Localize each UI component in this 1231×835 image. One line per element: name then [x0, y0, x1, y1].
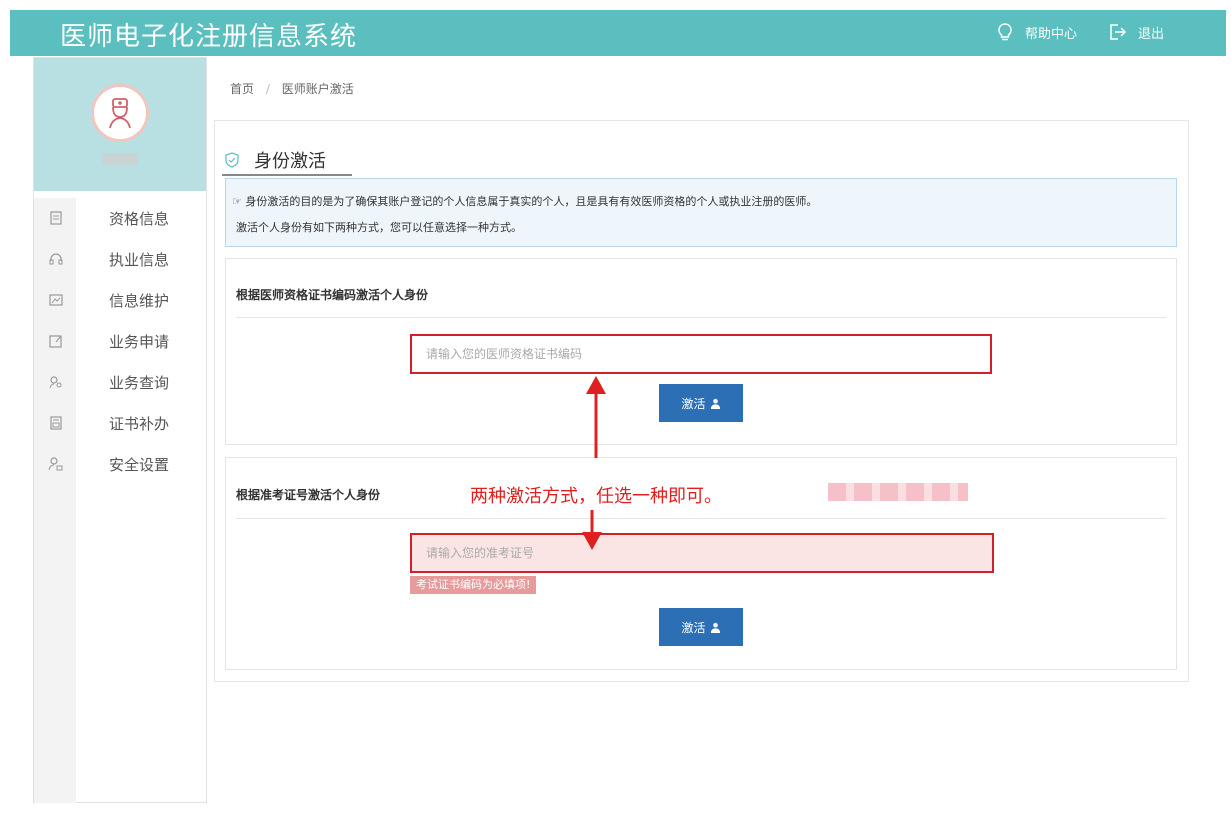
top-header: 医师电子化注册信息系统 帮助中心 退出 — [10, 10, 1226, 56]
page-title: 身份激活 — [254, 151, 326, 172]
breadcrumb-home[interactable]: 首页 — [230, 82, 254, 96]
certificate-icon — [50, 416, 62, 430]
info-notice: ☞ 身份激活的目的是为了确保其账户登记的个人信息属于真实的个人，且是具有有效医师… — [225, 178, 1177, 247]
sidebar-item-qualification[interactable]: 资格信息 — [34, 198, 206, 239]
validation-error: 考试证书编码为必填项! — [410, 576, 537, 594]
notice-line-1: ☞ 身份激活的目的是为了确保其账户登记的个人信息属于真实的个人，且是具有有效医师… — [232, 193, 817, 209]
user-icon — [710, 398, 720, 409]
edit-icon — [49, 335, 62, 348]
redacted-block — [828, 483, 968, 501]
shield-icon — [225, 152, 239, 168]
help-center-link[interactable]: 帮助中心 — [995, 22, 1077, 42]
annotation-arrows — [582, 376, 606, 550]
activate-button-label: 激活 — [681, 396, 706, 411]
sidebar-item-query[interactable]: 业务查询 — [34, 362, 206, 403]
logout-icon — [1110, 24, 1127, 40]
card-divider — [236, 518, 1166, 519]
certificate-code-field[interactable] — [410, 334, 992, 374]
lightbulb-icon — [998, 23, 1012, 41]
sidebar-item-label: 业务查询 — [109, 374, 170, 392]
sidebar-item-label: 证书补办 — [109, 415, 170, 433]
sidebar-item-label: 业务申请 — [109, 333, 170, 351]
sidebar-item-practice[interactable]: 执业信息 — [34, 239, 206, 280]
card-divider — [236, 317, 1166, 318]
activate-button-label: 激活 — [681, 620, 706, 635]
breadcrumb-separator: / — [265, 82, 270, 96]
card-title: 根据医师资格证书编码激活个人身份 — [236, 288, 429, 302]
annotation-text: 两种激活方式，任选一种即可。 — [470, 486, 722, 507]
user-name-redacted — [102, 153, 138, 165]
app-title: 医师电子化注册信息系统 — [60, 22, 358, 52]
profile-panel — [34, 58, 206, 191]
document-icon — [50, 211, 62, 225]
notice-line-2: 激活个人身份有如下两种方式，您可以任意选择一种方式。 — [236, 221, 522, 234]
sidebar-item-security[interactable]: 安全设置 — [34, 444, 206, 485]
doctor-icon — [109, 98, 131, 129]
sidebar-item-label: 信息维护 — [109, 292, 170, 310]
sidebar-menu: 资格信息 执业信息 信息维护 业务申请 业务查询 证书补办 安全设置 — [34, 198, 206, 485]
exam-number-input[interactable] — [412, 535, 992, 571]
user-lock-icon — [48, 457, 63, 471]
pointer-icon: ☞ — [232, 195, 242, 208]
help-center-label: 帮助中心 — [1025, 26, 1078, 42]
notice-line-1-text: 身份激活的目的是为了确保其账户登记的个人信息属于真实的个人，且是具有有效医师资格… — [245, 195, 818, 208]
headset-icon — [49, 253, 63, 265]
card-title: 根据准考证号激活个人身份 — [236, 488, 381, 502]
sidebar-icon-strip — [34, 483, 76, 803]
section-header: 身份激活 — [224, 147, 326, 173]
user-icon — [710, 622, 720, 633]
search-user-icon — [49, 376, 62, 389]
image-icon — [49, 294, 63, 306]
activate-button-exam[interactable]: 激活 — [659, 608, 743, 646]
breadcrumb-current: 医师账户激活 — [281, 82, 354, 96]
exam-number-field[interactable] — [410, 533, 994, 573]
sidebar: 资格信息 执业信息 信息维护 业务申请 业务查询 证书补办 安全设置 — [33, 57, 207, 803]
logout-label: 退出 — [1138, 26, 1165, 42]
certificate-code-input[interactable] — [412, 336, 990, 372]
sidebar-item-apply[interactable]: 业务申请 — [34, 321, 206, 362]
avatar[interactable] — [91, 84, 149, 142]
logout-link[interactable]: 退出 — [1108, 22, 1164, 42]
activate-button-certificate[interactable]: 激活 — [659, 384, 743, 422]
sidebar-item-certificate[interactable]: 证书补办 — [34, 403, 206, 444]
sidebar-item-label: 执业信息 — [109, 251, 170, 269]
breadcrumb: 首页 / 医师账户激活 — [230, 80, 354, 97]
sidebar-item-label: 安全设置 — [109, 456, 170, 474]
title-underline — [222, 174, 352, 176]
sidebar-item-label: 资格信息 — [109, 210, 170, 228]
sidebar-item-maintenance[interactable]: 信息维护 — [34, 280, 206, 321]
